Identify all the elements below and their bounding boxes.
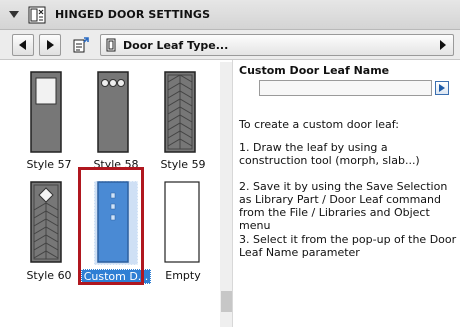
- door-glass-panel-icon: [30, 71, 62, 153]
- panel-title: HINGED DOOR SETTINGS: [55, 8, 211, 21]
- help-step-2: 2. Save it by using the Save Selection a…: [239, 180, 448, 232]
- help-step-1: 1. Draw the leaf by using a construction…: [239, 141, 420, 167]
- collapse-arrow-icon[interactable]: [9, 11, 19, 18]
- gallery-item-label: Style 57: [26, 158, 72, 171]
- previous-page-button[interactable]: [12, 34, 34, 56]
- custom-door-leaf-name-input[interactable]: [259, 80, 432, 96]
- scrollbar-thumb[interactable]: [221, 291, 232, 312]
- door-diamond-herringbone-icon: [30, 181, 62, 263]
- gallery-item-style-59[interactable]: Style 59: [148, 70, 218, 178]
- door-leaf-gallery: Style 57 Style 58 Style 59 Style 60 Cust…: [7, 62, 233, 327]
- gallery-item-label: Style 59: [160, 158, 206, 171]
- arrow-right-icon: [47, 40, 54, 50]
- next-page-button[interactable]: [39, 34, 61, 56]
- page-selector-dropdown[interactable]: Door Leaf Type...: [100, 34, 454, 56]
- toolbar: Door Leaf Type...: [0, 30, 460, 60]
- play-arrow-icon: [439, 84, 445, 92]
- gallery-item-style-58[interactable]: Style 58: [81, 70, 151, 178]
- door-empty-icon: [164, 181, 200, 263]
- details-panel: Custom Door Leaf Name To create a custom…: [239, 62, 460, 327]
- gallery-item-style-60[interactable]: Style 60: [14, 180, 84, 288]
- gallery-item-label: Empty: [165, 269, 201, 282]
- door-leaf-icon: [106, 38, 116, 52]
- door-herringbone-icon: [164, 71, 196, 153]
- selection-highlight: [78, 167, 144, 285]
- arrow-left-icon: [19, 40, 26, 50]
- gallery-item-style-57[interactable]: Style 57: [14, 70, 84, 178]
- chevron-right-icon: [440, 40, 446, 50]
- name-popup-button[interactable]: [435, 81, 449, 95]
- help-intro: To create a custom door leaf:: [239, 118, 399, 131]
- door-three-circles-icon: [97, 71, 129, 153]
- page-selector-label: Door Leaf Type...: [123, 39, 229, 52]
- door-settings-icon: [28, 6, 46, 24]
- page-settings-icon[interactable]: [72, 36, 90, 54]
- gallery-item-empty[interactable]: Empty: [148, 180, 218, 288]
- gallery-item-label: Style 60: [26, 269, 72, 282]
- custom-door-leaf-name-label: Custom Door Leaf Name: [239, 64, 390, 77]
- panel-divider: [232, 60, 233, 327]
- panel-header[interactable]: HINGED DOOR SETTINGS: [0, 0, 460, 30]
- help-step-3: 3. Select it from the pop-up of the Door…: [239, 233, 457, 259]
